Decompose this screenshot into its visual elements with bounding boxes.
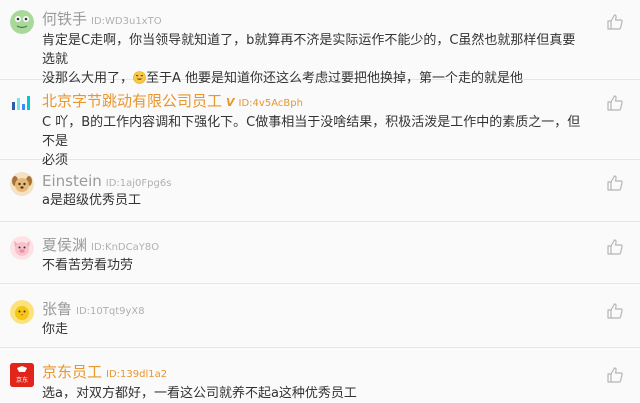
- comment-text: 选a，对双方都好，一看这公司就养不起a这种优秀员工: [42, 384, 582, 403]
- comment-line: a是超级优秀员工: [42, 193, 141, 208]
- comment-header: 京东员工 ID:139dl1a2: [42, 363, 167, 384]
- comment-list: 何铁手 ID:WD3u1xTO 肯定是C走啊，你当领导就知道了，b就算再不济是实际…: [0, 0, 640, 403]
- comment-item: 夏侯渊 ID:KnDCaY8O 不看苦劳看功劳: [0, 222, 640, 284]
- comment-header: 夏侯渊 ID:KnDCaY8O: [42, 236, 159, 257]
- user-id: ID:10Tqt9yX8: [76, 306, 145, 317]
- thumbs-up-icon[interactable]: [606, 366, 624, 384]
- avatar-text: 京东: [16, 376, 28, 384]
- username[interactable]: 张鲁: [42, 300, 72, 318]
- frog-avatar-icon[interactable]: [10, 10, 34, 34]
- comment-line: 不看苦劳看功劳: [42, 258, 134, 273]
- comment-line: 肯定是C走啊，你当领导就知道了，b就算再不济是实际运作不能少的，C虽然也就那样但…: [42, 33, 576, 67]
- thumbs-up-icon[interactable]: [606, 238, 624, 256]
- thumbs-up-icon[interactable]: [606, 302, 624, 320]
- comment-item: 何铁手 ID:WD3u1xTO 肯定是C走啊，你当领导就知道了，b就算再不济是实际…: [0, 0, 640, 86]
- comment-header: 北京字节跳动有限公司员工 V ID:4v5AcBph: [42, 92, 303, 113]
- thumbs-up-icon[interactable]: [606, 174, 624, 192]
- username[interactable]: 何铁手: [42, 10, 87, 28]
- comment-line: 选a，对双方都好，一看这公司就养不起a这种优秀员工: [42, 386, 357, 401]
- comment-line: C 吖，B的工作内容调和下强化下。C做事相当于没啥结果，积极活泼是工作中的素质之…: [42, 115, 581, 149]
- comment-header: 张鲁 ID:10Tqt9yX8: [42, 300, 145, 321]
- user-id: ID:KnDCaY8O: [91, 242, 160, 253]
- username[interactable]: Einstein: [42, 172, 102, 190]
- bytedance-logo-avatar-icon[interactable]: [10, 92, 34, 116]
- comment-item: Einstein ID:1aj0Fpg6s a是超级优秀员工: [0, 160, 640, 222]
- comment-text: 不看苦劳看功劳: [42, 256, 582, 275]
- thumbs-up-icon[interactable]: [606, 13, 624, 31]
- verified-badge: V: [226, 96, 235, 109]
- comment-text: a是超级优秀员工: [42, 191, 582, 210]
- username[interactable]: 北京字节跳动有限公司员工: [42, 92, 222, 110]
- pig-avatar-icon[interactable]: [10, 236, 34, 260]
- comment-item: 京东 京东员工 ID:139dl1a2 选a，对双方都好，一看这公司就养不起a这种…: [0, 348, 640, 403]
- comment-header: Einstein ID:1aj0Fpg6s: [42, 172, 171, 193]
- user-id: ID:139dl1a2: [106, 369, 168, 380]
- user-id: ID:1aj0Fpg6s: [105, 178, 172, 189]
- user-id: ID:WD3u1xTO: [91, 16, 162, 27]
- comment-line: 你走: [42, 322, 69, 337]
- chick-avatar-icon[interactable]: [10, 300, 34, 324]
- thumbs-up-icon[interactable]: [606, 94, 624, 112]
- jd-logo-avatar-icon[interactable]: 京东: [10, 363, 34, 387]
- comment-item: 张鲁 ID:10Tqt9yX8 你走: [0, 284, 640, 348]
- dog-avatar-icon[interactable]: [10, 172, 34, 196]
- username[interactable]: 京东员工: [42, 363, 102, 381]
- username[interactable]: 夏侯渊: [42, 236, 87, 254]
- comment-header: 何铁手 ID:WD3u1xTO: [42, 10, 162, 31]
- comment-item: 北京字节跳动有限公司员工 V ID:4v5AcBph C 吖，B的工作内容调和下强化…: [0, 80, 640, 168]
- user-id: ID:4v5AcBph: [238, 98, 303, 109]
- comment-text: 你走: [42, 320, 582, 339]
